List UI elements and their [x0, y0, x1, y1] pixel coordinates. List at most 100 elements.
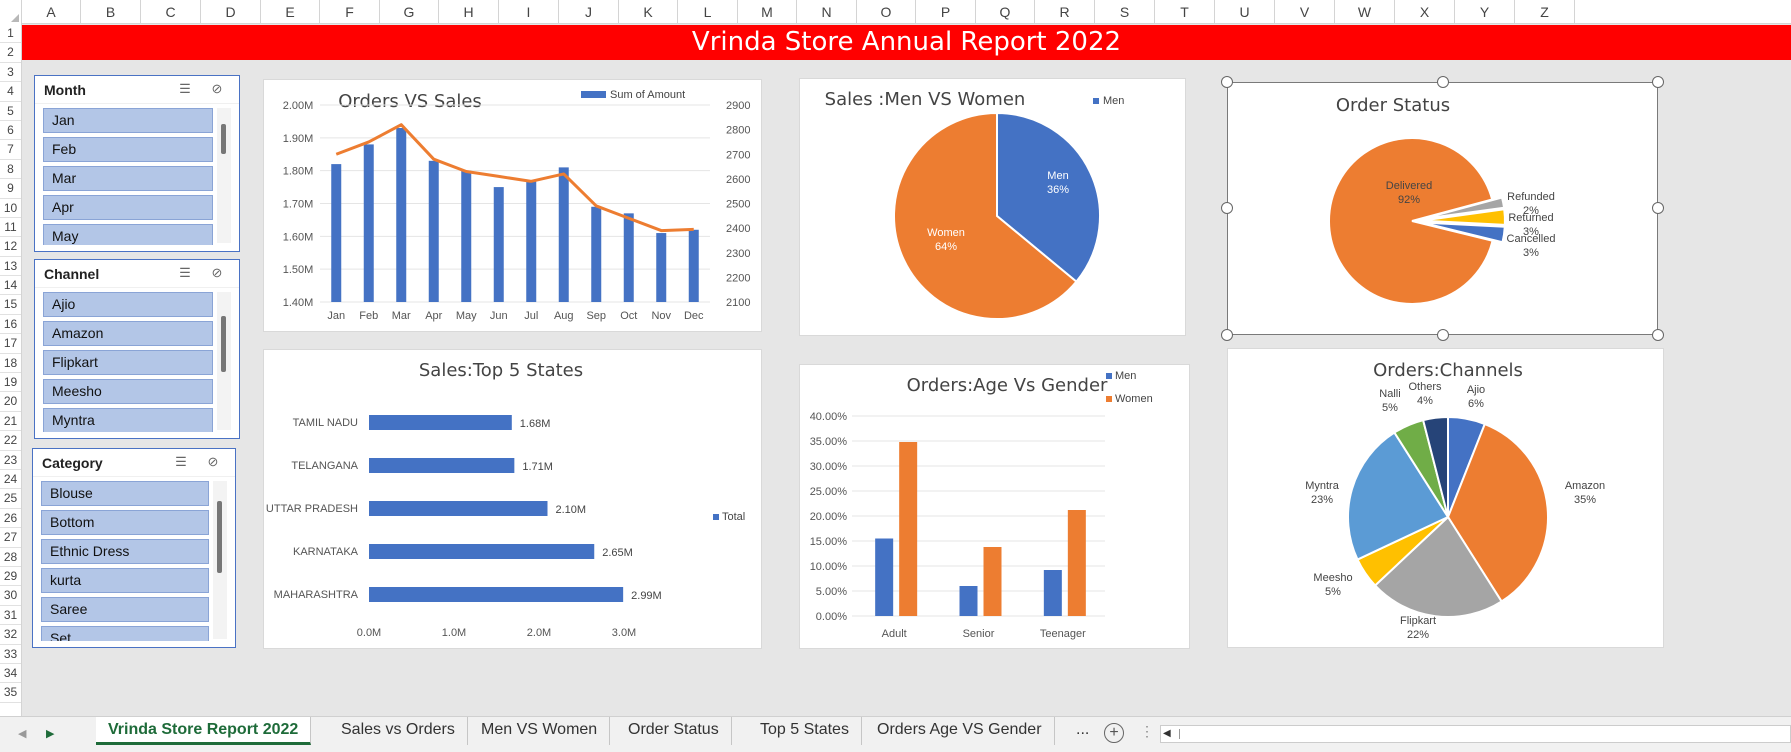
- slicer-item-ethnic-dress[interactable]: Ethnic Dress: [41, 539, 209, 564]
- slicer-item-ajio[interactable]: Ajio: [43, 292, 213, 317]
- row-header-14[interactable]: 14: [0, 276, 21, 296]
- column-header-X[interactable]: X: [1395, 0, 1455, 24]
- column-header-U[interactable]: U: [1215, 0, 1275, 24]
- column-header-T[interactable]: T: [1155, 0, 1215, 24]
- slicer-item-amazon[interactable]: Amazon: [43, 321, 213, 346]
- slicer-item-myntra[interactable]: Myntra: [43, 408, 213, 432]
- slicer-item-apr[interactable]: Apr: [43, 195, 213, 220]
- slicer-item-may[interactable]: May: [43, 224, 213, 245]
- slicer-channel[interactable]: Channel ☰ ⊘ Ajio Amazon Flipkart Meesho Mynt…: [34, 259, 240, 439]
- chart-orders-vs-sales[interactable]: Orders VS Sales 1.40M 1.50M 1.60M 1.70M 1.80M…: [263, 79, 762, 332]
- column-header-O[interactable]: O: [857, 0, 916, 24]
- row-header-24[interactable]: 24: [0, 470, 21, 490]
- slicer-month[interactable]: Month ☰ ⊘ Jan Feb Mar Apr May: [34, 75, 240, 252]
- row-header-28[interactable]: 28: [0, 548, 21, 567]
- tab-bar-splitter[interactable]: ⋮: [1140, 723, 1154, 740]
- resize-handle[interactable]: [1437, 329, 1449, 341]
- tab-orders-age-vs-gender[interactable]: Orders Age VS Gender: [865, 717, 1055, 745]
- row-header-23[interactable]: 23: [0, 451, 21, 470]
- row-header-26[interactable]: 26: [0, 509, 21, 529]
- row-header-25[interactable]: 25: [0, 489, 21, 509]
- slicer-item-meesho[interactable]: Meesho: [43, 379, 213, 404]
- row-header-35[interactable]: 35: [0, 683, 21, 703]
- column-header-I[interactable]: I: [499, 0, 559, 24]
- column-header-K[interactable]: K: [619, 0, 678, 24]
- slicer-month-scrollbar[interactable]: [217, 108, 231, 243]
- slicer-category[interactable]: Category ☰ ⊘ Blouse Bottom Ethnic Dress kur…: [32, 448, 236, 648]
- row-header-10[interactable]: 10: [0, 199, 21, 218]
- add-sheet-button[interactable]: +: [1104, 723, 1124, 743]
- row-header-11[interactable]: 11: [0, 218, 21, 238]
- tab-order-status[interactable]: Order Status: [616, 717, 732, 745]
- resize-handle[interactable]: [1652, 76, 1664, 88]
- slicer-item-kurta[interactable]: kurta: [41, 568, 209, 593]
- column-header-G[interactable]: G: [380, 0, 439, 24]
- slicer-item-jan[interactable]: Jan: [43, 108, 213, 133]
- row-header-30[interactable]: 30: [0, 586, 21, 606]
- chart-top5-states[interactable]: Sales:Top 5 States 0.0M 1.0M 2.0M 3.0M TAMIL …: [263, 349, 762, 649]
- column-header-C[interactable]: C: [141, 0, 201, 24]
- column-header-F[interactable]: F: [320, 0, 380, 24]
- row-header-7[interactable]: 7: [0, 140, 21, 160]
- tab-scroll-right-icon[interactable]: ▶: [46, 727, 54, 740]
- column-header-S[interactable]: S: [1095, 0, 1155, 24]
- resize-handle[interactable]: [1221, 202, 1233, 214]
- horizontal-scrollbar[interactable]: ◀: [1160, 725, 1791, 743]
- multi-select-icon[interactable]: ☰: [177, 265, 193, 281]
- row-header-19[interactable]: 19: [0, 373, 21, 393]
- multi-select-icon[interactable]: ☰: [173, 454, 189, 470]
- row-header-20[interactable]: 20: [0, 392, 21, 412]
- column-header-Y[interactable]: Y: [1455, 0, 1515, 24]
- resize-handle[interactable]: [1652, 202, 1664, 214]
- slicer-item-saree[interactable]: Saree: [41, 597, 209, 622]
- column-header-N[interactable]: N: [797, 0, 857, 24]
- resize-handle[interactable]: [1221, 329, 1233, 341]
- column-header-W[interactable]: W: [1335, 0, 1395, 24]
- slicer-item-blouse[interactable]: Blouse: [41, 481, 209, 506]
- row-header-17[interactable]: 17: [0, 334, 21, 354]
- row-header-9[interactable]: 9: [0, 179, 21, 199]
- column-header-B[interactable]: B: [81, 0, 141, 24]
- row-header-5[interactable]: 5: [0, 102, 21, 121]
- slicer-channel-scrollbar[interactable]: [217, 292, 231, 430]
- column-header-J[interactable]: J: [559, 0, 619, 24]
- column-header-Q[interactable]: Q: [976, 0, 1035, 24]
- tab-top-5-states[interactable]: Top 5 States: [748, 717, 862, 745]
- column-header-D[interactable]: D: [201, 0, 261, 24]
- row-header-8[interactable]: 8: [0, 160, 21, 180]
- row-header-34[interactable]: 34: [0, 664, 21, 684]
- clear-filter-icon[interactable]: ⊘: [205, 454, 221, 470]
- slicer-item-feb[interactable]: Feb: [43, 137, 213, 162]
- row-header-33[interactable]: 33: [0, 645, 21, 664]
- chart-channels[interactable]: Orders:Channels Ajio 6% Amazon 35% Flipkart 22…: [1227, 348, 1664, 648]
- more-tabs[interactable]: ...: [1076, 721, 1089, 739]
- slicer-item-bottom[interactable]: Bottom: [41, 510, 209, 535]
- tab-scroll-left-icon[interactable]: ◀: [18, 727, 26, 740]
- row-header-3[interactable]: 3: [0, 63, 21, 83]
- tab-vrinda-store-report-2022[interactable]: Vrinda Store Report 2022: [96, 717, 312, 745]
- scroll-left-icon[interactable]: ◀: [1163, 728, 1171, 739]
- row-header-27[interactable]: 27: [0, 528, 21, 548]
- column-header-L[interactable]: L: [678, 0, 738, 24]
- resize-handle[interactable]: [1221, 76, 1233, 88]
- row-header-21[interactable]: 21: [0, 412, 21, 432]
- tab-sales-vs-orders[interactable]: Sales vs Orders: [329, 717, 468, 745]
- row-header-32[interactable]: 32: [0, 625, 21, 645]
- resize-handle[interactable]: [1652, 329, 1664, 341]
- row-header-12[interactable]: 12: [0, 237, 21, 257]
- row-header-29[interactable]: 29: [0, 567, 21, 587]
- select-all-corner[interactable]: [0, 0, 22, 24]
- row-header-22[interactable]: 22: [0, 431, 21, 451]
- clear-filter-icon[interactable]: ⊘: [209, 265, 225, 281]
- row-header-6[interactable]: 6: [0, 121, 21, 141]
- row-header-4[interactable]: 4: [0, 82, 21, 102]
- column-header-E[interactable]: E: [261, 0, 320, 24]
- column-header-V[interactable]: V: [1275, 0, 1335, 24]
- chart-age-vs-gender[interactable]: Orders:Age Vs Gender 0.00% 5.00% 10.00% 15.0…: [799, 364, 1190, 649]
- column-header-P[interactable]: P: [916, 0, 976, 24]
- resize-handle[interactable]: [1437, 76, 1449, 88]
- chart-order-status[interactable]: Order Status Delivered 92% Refunded 2% Return…: [1227, 82, 1658, 335]
- tab-men-vs-women[interactable]: Men VS Women: [469, 717, 611, 745]
- column-header-M[interactable]: M: [738, 0, 797, 24]
- column-header-R[interactable]: R: [1035, 0, 1095, 24]
